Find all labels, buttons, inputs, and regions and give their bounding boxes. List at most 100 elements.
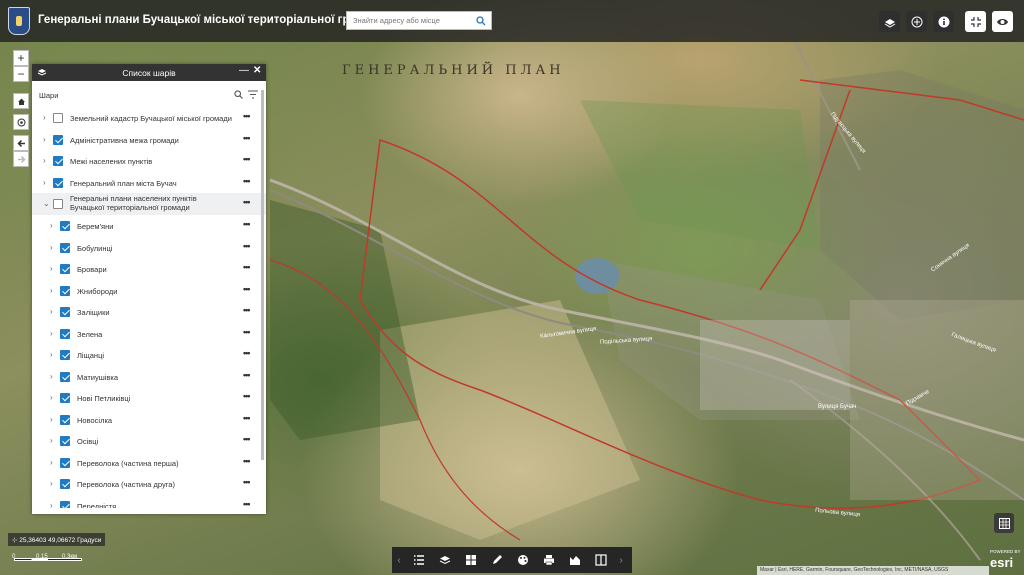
more-options-icon[interactable]: ••• — [243, 413, 251, 423]
scroll-right-button[interactable]: › — [614, 547, 628, 573]
layer-row[interactable]: › Берем'яни ••• — [32, 215, 266, 237]
fullscreen-button[interactable] — [965, 11, 986, 32]
layer-checkbox[interactable] — [60, 221, 70, 231]
layer-row[interactable]: › Ліщанці ••• — [32, 344, 266, 366]
basemap-gallery-button[interactable] — [879, 11, 900, 32]
chevron-right-icon[interactable]: › — [50, 372, 53, 381]
layer-checkbox[interactable] — [60, 371, 70, 382]
chevron-right-icon[interactable]: › — [50, 436, 53, 445]
chevron-right-icon[interactable]: › — [50, 479, 53, 488]
layer-checkbox[interactable] — [60, 328, 70, 339]
layer-row[interactable]: › Генеральний план міста Бучач ••• — [32, 172, 266, 194]
chevron-right-icon[interactable]: › — [50, 393, 53, 402]
layer-checkbox[interactable] — [60, 393, 70, 403]
layer-row[interactable]: › Жнибороди ••• — [32, 280, 266, 302]
layer-checkbox[interactable] — [53, 156, 63, 166]
layer-checkbox[interactable] — [60, 500, 70, 508]
layer-checkbox[interactable] — [60, 457, 70, 468]
chevron-right-icon[interactable]: › — [50, 350, 53, 359]
visibility-button[interactable] — [992, 11, 1013, 32]
more-options-icon[interactable]: ••• — [243, 241, 251, 251]
chevron-right-icon[interactable]: › — [50, 307, 53, 316]
layer-checkbox[interactable] — [53, 113, 63, 123]
more-options-icon[interactable]: ••• — [243, 111, 251, 121]
more-options-icon[interactable]: ••• — [243, 370, 251, 380]
home-button[interactable] — [13, 93, 29, 109]
more-options-icon[interactable]: ••• — [243, 305, 251, 315]
layer-row[interactable]: › Бобулинці ••• — [32, 237, 266, 259]
attribute-table-button[interactable] — [994, 513, 1014, 533]
legend-button[interactable] — [406, 547, 432, 573]
layer-row[interactable]: › Заліщики ••• — [32, 301, 266, 323]
layer-row[interactable]: › Земельний кадастр Бучацької міської гро… — [32, 107, 266, 129]
more-options-icon[interactable]: ••• — [243, 348, 251, 358]
more-options-icon[interactable]: ••• — [243, 176, 251, 186]
search-input[interactable] — [347, 12, 471, 29]
chevron-right-icon[interactable]: › — [43, 156, 46, 165]
layer-row[interactable]: › Матиушівка ••• — [32, 366, 266, 388]
previous-extent-button[interactable] — [13, 135, 29, 151]
layer-row[interactable]: › Передністя ••• — [32, 495, 266, 509]
scroll-left-button[interactable]: ‹ — [392, 547, 406, 573]
more-options-icon[interactable]: ••• — [243, 477, 251, 487]
layer-list-button[interactable] — [432, 547, 458, 573]
layer-row[interactable]: › Бровари ••• — [32, 258, 266, 280]
layer-row[interactable]: › Переволока (частина друга) ••• — [32, 473, 266, 495]
more-options-icon[interactable]: ••• — [243, 391, 251, 401]
more-options-icon[interactable]: ••• — [243, 154, 251, 164]
more-options-icon[interactable]: ••• — [243, 327, 251, 337]
layer-row[interactable]: › Адміністративна межа громади ••• — [32, 129, 266, 151]
layer-row[interactable]: ⌄ Генеральні плани населених пунктів Буча… — [32, 193, 266, 215]
more-options-icon[interactable]: ••• — [243, 197, 251, 207]
filter-list-icon[interactable] — [248, 90, 258, 99]
about-button[interactable] — [933, 11, 954, 32]
chevron-right-icon[interactable]: › — [43, 178, 46, 187]
layer-checkbox[interactable] — [60, 264, 70, 274]
layer-checkbox[interactable] — [60, 479, 70, 489]
layer-checkbox[interactable] — [53, 199, 63, 209]
layer-checkbox[interactable] — [60, 285, 70, 296]
chevron-right-icon[interactable]: › — [43, 113, 46, 122]
layer-checkbox[interactable] — [60, 350, 70, 360]
chevron-right-icon[interactable]: › — [50, 415, 53, 424]
layer-row[interactable]: › Нові Петликівці ••• — [32, 387, 266, 409]
layer-checkbox[interactable] — [60, 436, 70, 446]
chevron-right-icon[interactable]: › — [50, 264, 53, 273]
more-options-icon[interactable]: ••• — [243, 133, 251, 143]
more-options-icon[interactable]: ••• — [243, 219, 251, 229]
chevron-right-icon[interactable]: › — [50, 243, 53, 252]
layer-row[interactable]: › Осівці ••• — [32, 430, 266, 452]
close-icon[interactable]: ✕ — [253, 65, 261, 76]
chevron-right-icon[interactable]: › — [50, 501, 53, 509]
scrollbar[interactable] — [261, 90, 264, 460]
layer-row[interactable]: › Межі населених пунктів ••• — [32, 150, 266, 172]
more-options-icon[interactable]: ••• — [243, 262, 251, 272]
layer-checkbox[interactable] — [53, 134, 63, 145]
more-options-icon[interactable]: ••• — [243, 434, 251, 444]
chevron-right-icon[interactable]: › — [50, 329, 53, 338]
more-options-icon[interactable]: ••• — [243, 284, 251, 294]
chevron-right-icon[interactable]: › — [50, 286, 53, 295]
layer-checkbox[interactable] — [53, 177, 63, 188]
more-options-icon[interactable]: ••• — [243, 456, 251, 466]
minimize-icon[interactable]: — — [239, 65, 249, 76]
zoom-out-button[interactable]: − — [13, 66, 29, 82]
layer-checkbox[interactable] — [60, 242, 70, 253]
zoom-in-button[interactable]: + — [13, 50, 29, 66]
draw-button[interactable] — [484, 547, 510, 573]
layer-row[interactable]: › Новосілка ••• — [32, 409, 266, 431]
next-extent-button[interactable] — [13, 151, 29, 167]
search-button[interactable] — [471, 12, 491, 29]
search-icon[interactable] — [234, 90, 243, 99]
layer-checkbox[interactable] — [60, 307, 70, 317]
layer-row[interactable]: › Переволока (частина перша) ••• — [32, 452, 266, 474]
chevron-right-icon[interactable]: › — [43, 135, 46, 144]
basemap-button[interactable] — [458, 547, 484, 573]
more-options-icon[interactable]: ••• — [243, 499, 251, 509]
chevron-right-icon[interactable]: › — [50, 221, 53, 230]
split-view-button[interactable] — [588, 547, 614, 573]
layer-checkbox[interactable] — [60, 414, 70, 425]
bookmark-button[interactable] — [906, 11, 927, 32]
print-button[interactable] — [536, 547, 562, 573]
swipe-button[interactable] — [562, 547, 588, 573]
